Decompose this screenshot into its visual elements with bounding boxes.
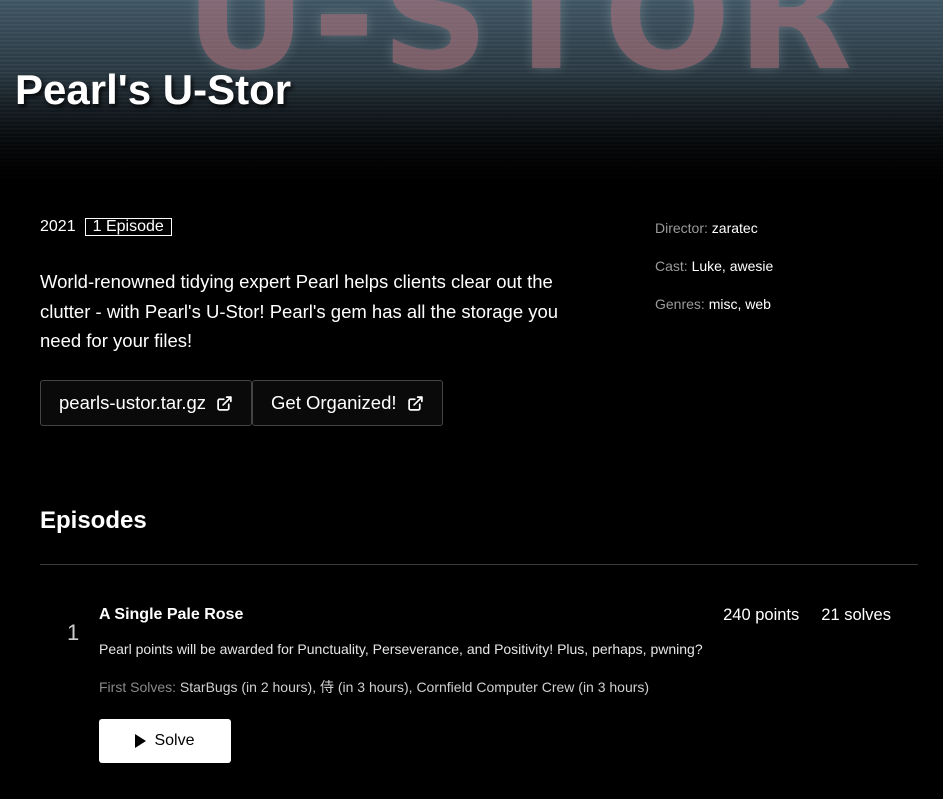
year-label: 2021 (40, 218, 76, 235)
first-solves-value: StarBugs (in 2 hours), 侍 (in 3 hours), C… (179, 679, 650, 695)
director-row: Director: zaratec (655, 220, 773, 258)
play-icon (135, 734, 147, 748)
download-button[interactable]: pearls-ustor.tar.gz (40, 380, 253, 426)
episode-count-badge: 1 Episode (84, 218, 172, 236)
solve-button[interactable]: Solve (99, 719, 231, 763)
episode-number: 1 (67, 620, 80, 645)
cast-row: Cast: Luke, awesie (655, 258, 773, 296)
genres-value: misc, web (708, 296, 771, 312)
solve-button-label: Solve (154, 732, 195, 749)
download-button-label: pearls-ustor.tar.gz (59, 392, 207, 413)
link-buttons: pearls-ustor.tar.gz Get Organized! (40, 380, 443, 426)
director-label: Director: (655, 220, 708, 236)
genres-row: Genres: misc, web (655, 296, 773, 334)
episode-title: A Single Pale Rose (99, 606, 244, 623)
first-solves-label: First Solves: (99, 679, 177, 695)
episode-points: 240 points (723, 606, 800, 624)
first-solves: First Solves: StarBugs (in 2 hours), 侍 (… (99, 677, 649, 697)
episodes-heading: Episodes (40, 507, 147, 534)
external-link-icon (407, 395, 423, 411)
external-link-icon (217, 395, 232, 411)
challenge-meta: 2021 1 Episode (40, 218, 172, 236)
episode-description: Pearl points will be awarded for Punctua… (99, 641, 703, 657)
challenge-description: World-renowned tidying expert Pearl help… (40, 271, 559, 351)
episode-stats: 240 points 21 solves (723, 606, 891, 625)
page-title: Pearl's U-Stor (15, 66, 292, 113)
get-organized-button-label: Get Organized! (271, 392, 397, 413)
episode-solves: 21 solves (821, 606, 891, 624)
genres-label: Genres: (655, 296, 705, 312)
director-value: zaratec (711, 220, 758, 236)
cast-label: Cast: (655, 258, 688, 274)
episodes-divider (40, 564, 918, 565)
get-organized-button[interactable]: Get Organized! (252, 380, 443, 426)
cast-value: Luke, awesie (691, 258, 774, 274)
challenge-details: Director: zaratec Cast: Luke, awesie Gen… (655, 220, 773, 334)
